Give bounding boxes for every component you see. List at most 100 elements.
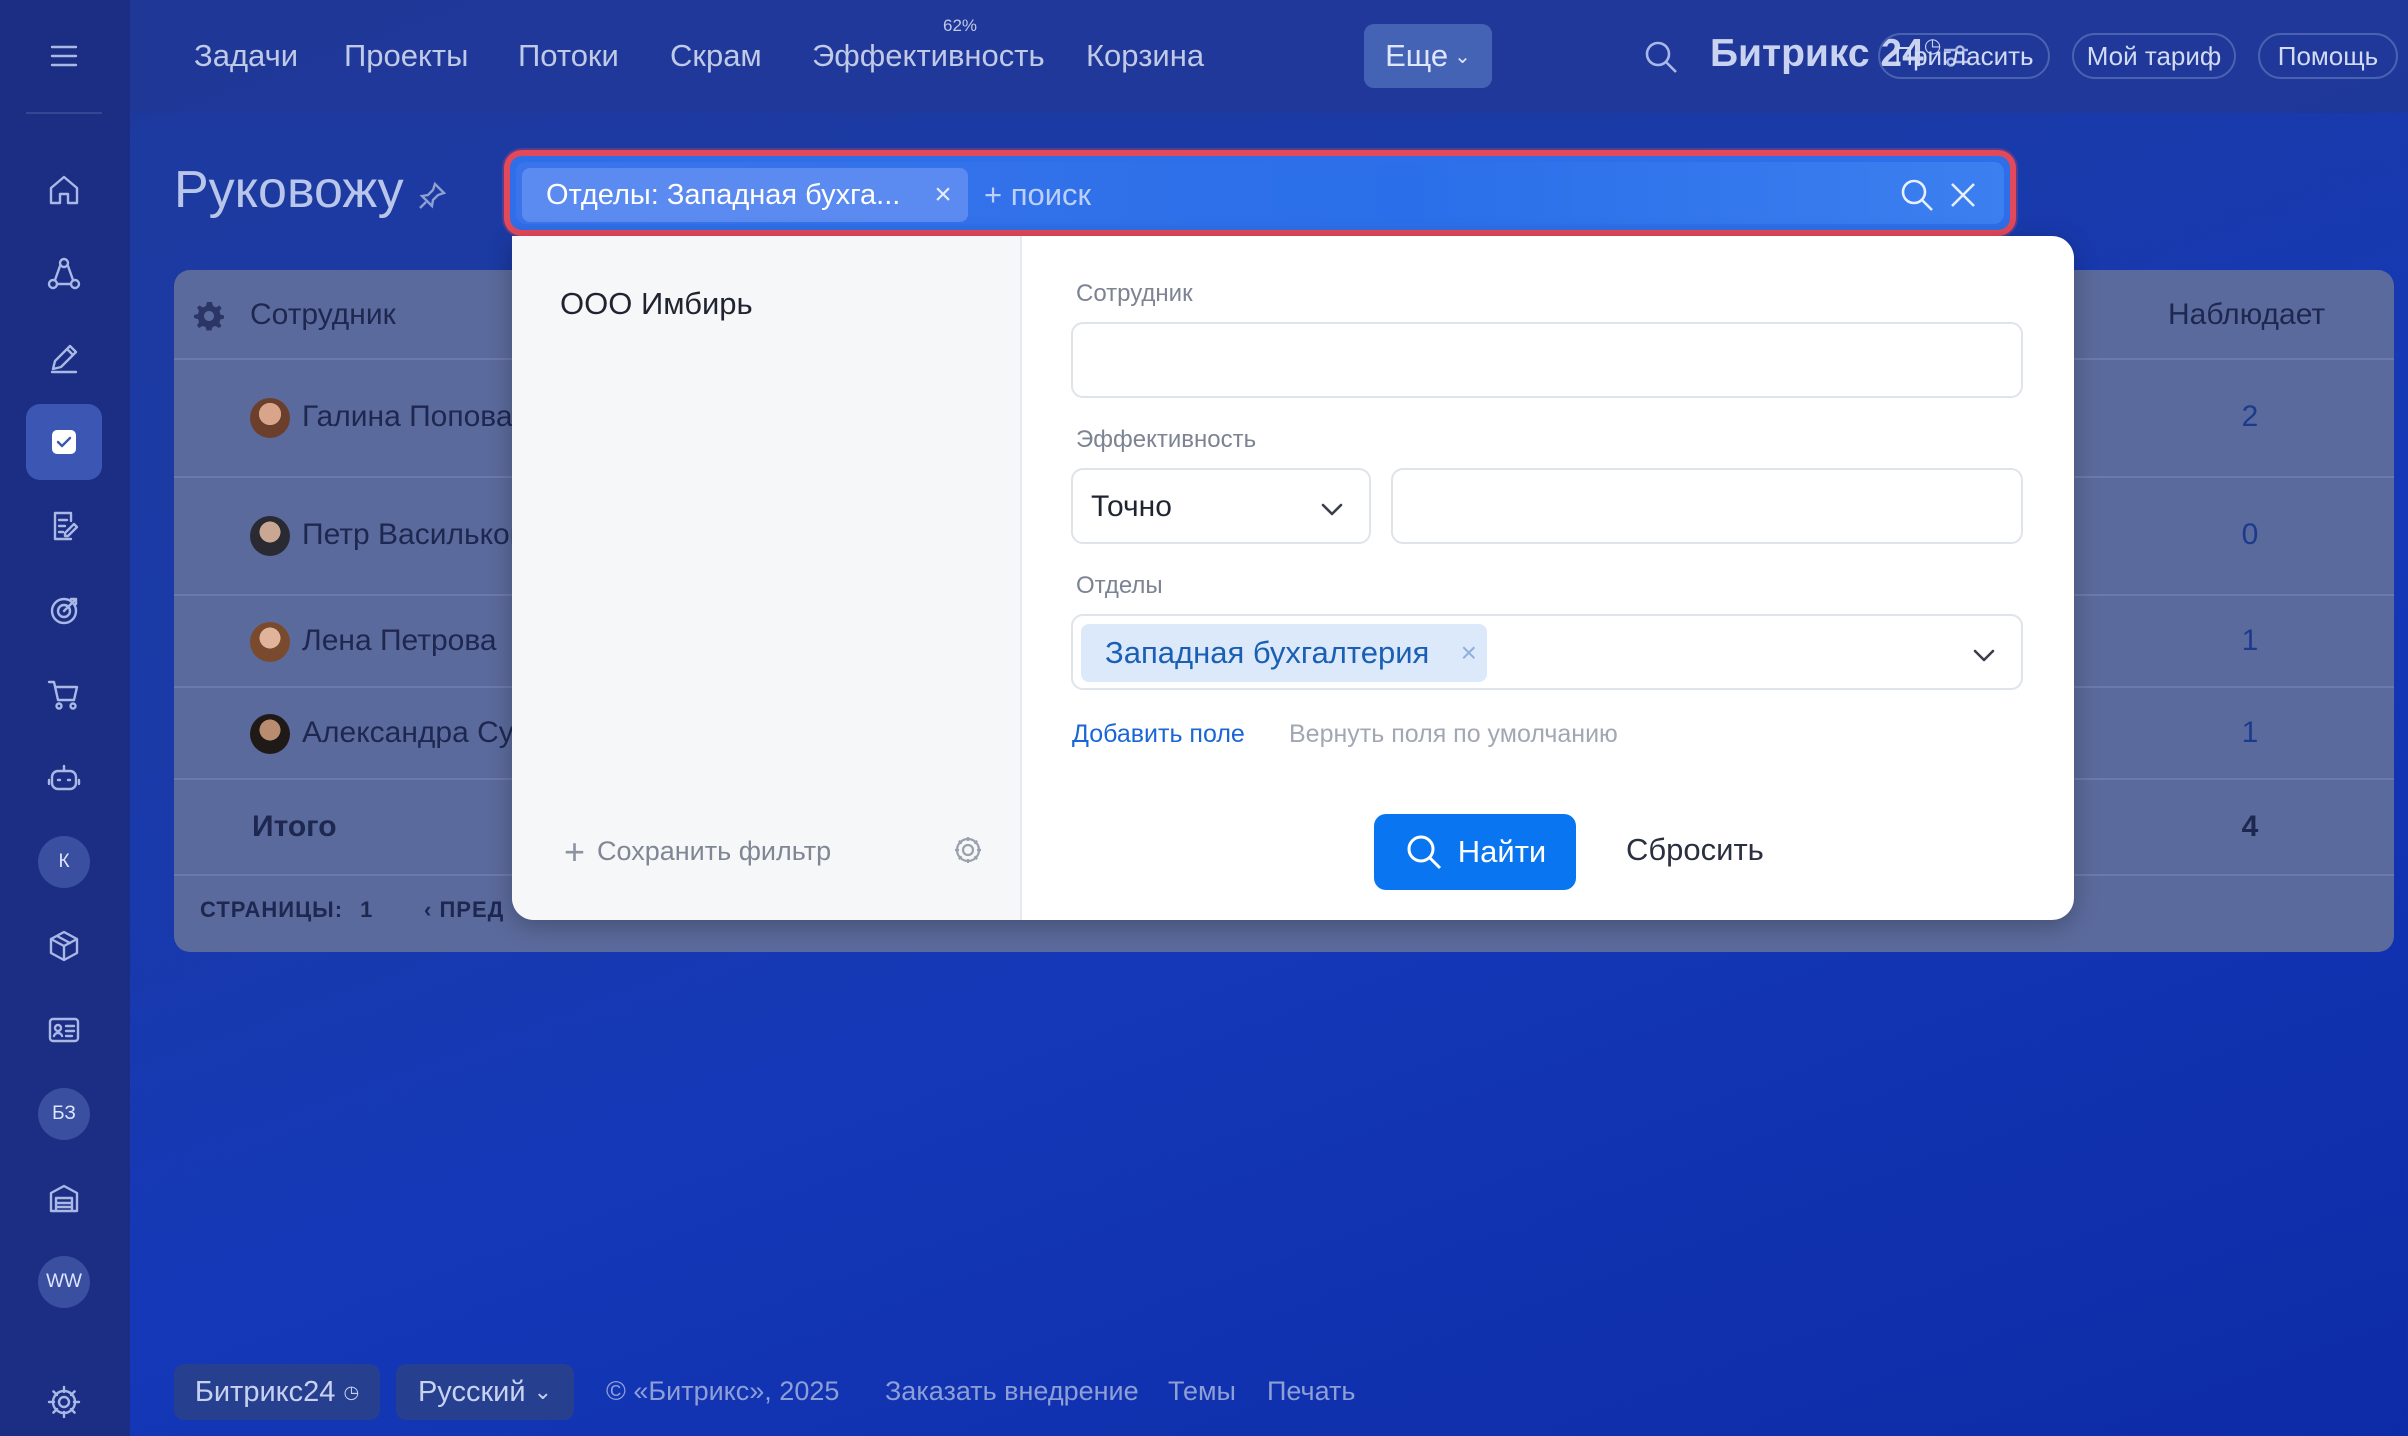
avatar-ww[interactable]: WW: [26, 1244, 102, 1320]
footer-link-print[interactable]: Печать: [1267, 1376, 1355, 1407]
chevron-down-icon: ⌄: [533, 1379, 553, 1404]
row-employee-name[interactable]: Александра Су: [302, 716, 514, 750]
column-observes[interactable]: Наблюдает: [2168, 298, 2325, 332]
department-tag[interactable]: Западная бухгалтерия ×: [1081, 624, 1487, 682]
filter-popup: ООО Имбирь + Сохранить фильтр Сотрудник …: [512, 236, 2074, 920]
row-observes-value[interactable]: 1: [2210, 624, 2290, 658]
top-navigation: Задачи Проекты Потоки Скрам 62% Эффектив…: [130, 0, 2408, 113]
total-label: Итого: [252, 810, 337, 843]
nav-more-button[interactable]: Еще ⌄: [1364, 24, 1492, 88]
employee-field-label: Сотрудник: [1076, 280, 1193, 307]
efficiency-field-label: Эффективность: [1076, 426, 1257, 453]
network-icon[interactable]: [26, 236, 102, 312]
settings-icon[interactable]: [26, 1364, 102, 1436]
nav-flows[interactable]: Потоки: [518, 38, 619, 74]
save-filter-label: Сохранить фильтр: [597, 836, 832, 866]
nav-trash[interactable]: Корзина: [1086, 38, 1204, 74]
invite-button[interactable]: Пригласить: [1878, 33, 2050, 79]
reset-fields-link[interactable]: Вернуть поля по умолчанию: [1289, 720, 1618, 749]
departments-field-label: Отделы: [1076, 572, 1163, 599]
filter-presets-panel: ООО Имбирь + Сохранить фильтр: [512, 236, 1022, 920]
footer-copyright: © «Битрикс», 2025: [606, 1376, 840, 1406]
nav-scrum[interactable]: Скрам: [670, 38, 762, 74]
target-icon[interactable]: [26, 572, 102, 648]
row-observes-value[interactable]: 1: [2210, 716, 2290, 750]
nav-tasks[interactable]: Задачи: [194, 38, 298, 74]
efficiency-value-field[interactable]: [1391, 468, 2023, 544]
efficiency-badge: 62%: [943, 16, 978, 35]
gear-icon[interactable]: [952, 834, 984, 866]
search-icon[interactable]: [1642, 38, 1680, 76]
avatar: [250, 714, 290, 754]
language-select[interactable]: Русский ⌄: [396, 1364, 574, 1420]
footer-brand-button[interactable]: Битрикс24 ◷: [174, 1364, 380, 1420]
gear-icon[interactable]: [192, 298, 226, 332]
menu-icon[interactable]: [26, 18, 102, 94]
footer-link-themes[interactable]: Темы: [1168, 1376, 1236, 1407]
avatar: [250, 516, 290, 556]
clear-icon[interactable]: [1944, 176, 1982, 214]
sidebar: К БЗ WW: [0, 0, 130, 1436]
row-observes-value[interactable]: 0: [2210, 518, 2290, 552]
reset-button[interactable]: Сбросить: [1626, 832, 1764, 868]
cart-icon[interactable]: [26, 656, 102, 732]
add-field-link[interactable]: Добавить поле: [1072, 720, 1245, 749]
home-icon[interactable]: [26, 152, 102, 228]
card-icon[interactable]: [26, 992, 102, 1068]
row-observes-value[interactable]: 2: [2210, 400, 2290, 434]
nav-more-label: Еще: [1385, 38, 1449, 73]
chevron-down-icon: [1317, 494, 1347, 524]
row-employee-name[interactable]: Петр Васильков: [302, 518, 526, 552]
pen-icon[interactable]: [26, 320, 102, 396]
tariff-button[interactable]: Мой тариф: [2072, 33, 2236, 79]
help-button[interactable]: Помощь: [2258, 33, 2398, 79]
pages-value: 1: [360, 897, 374, 922]
preset-item[interactable]: ООО Имбирь: [560, 286, 753, 322]
avatar-k[interactable]: К: [26, 824, 102, 900]
filter-chip-label: Отделы: Западная бухга...: [546, 178, 901, 211]
nav-projects[interactable]: Проекты: [344, 38, 468, 74]
filter-search-field[interactable]: Отделы: Западная бухга... × + поиск: [516, 162, 2004, 224]
nav-efficiency[interactable]: Эффективность: [812, 38, 1045, 74]
close-icon[interactable]: ×: [928, 180, 958, 210]
departments-select[interactable]: Западная бухгалтерия ×: [1071, 614, 2023, 690]
clock-icon: ◷: [343, 1381, 360, 1402]
pages-label: СТРАНИЦЫ:: [200, 897, 344, 922]
warehouse-icon[interactable]: [26, 1160, 102, 1236]
prev-page-link[interactable]: ‹ ПРЕД: [424, 897, 504, 923]
search-icon: [1407, 835, 1441, 870]
find-button[interactable]: Найти: [1374, 814, 1576, 890]
search-icon[interactable]: [1898, 176, 1936, 214]
plus-icon: +: [564, 830, 586, 872]
robot-icon[interactable]: [26, 740, 102, 816]
department-tag-label: Западная бухгалтерия: [1105, 635, 1430, 670]
row-employee-name[interactable]: Галина Попова: [302, 400, 513, 434]
tasks-icon[interactable]: [26, 404, 102, 480]
close-icon[interactable]: ×: [1461, 638, 1477, 668]
filter-chip[interactable]: Отделы: Западная бухга... ×: [522, 168, 968, 222]
avatar: [250, 622, 290, 662]
sidebar-divider: [26, 112, 102, 114]
chevron-left-icon: ‹: [424, 897, 433, 922]
employee-field[interactable]: [1071, 322, 2023, 398]
avatar-bz[interactable]: БЗ: [26, 1076, 102, 1152]
column-employee[interactable]: Сотрудник: [250, 298, 396, 332]
footer-brand-label: Битрикс24: [194, 1375, 336, 1408]
chevron-down-icon: ⌄: [1454, 45, 1471, 68]
filter-search-highlight: Отделы: Западная бухга... × + поиск: [504, 150, 2016, 236]
search-input[interactable]: + поиск: [984, 177, 1091, 213]
total-value: 4: [2241, 810, 2259, 843]
efficiency-mode-value: Точно: [1091, 490, 1172, 523]
language-label: Русский: [417, 1375, 526, 1408]
efficiency-mode-select[interactable]: Точно: [1071, 468, 1371, 544]
page-title: Руковожу: [174, 161, 404, 219]
document-icon[interactable]: [26, 488, 102, 564]
footer-link-implementation[interactable]: Заказать внедрение: [885, 1376, 1139, 1407]
save-filter-button[interactable]: + Сохранить фильтр: [564, 830, 832, 872]
box-icon[interactable]: [26, 908, 102, 984]
pagination: СТРАНИЦЫ: 1: [200, 897, 373, 923]
avatar: [250, 398, 290, 438]
row-employee-name[interactable]: Лена Петрова: [302, 624, 497, 658]
chevron-down-icon[interactable]: [1969, 640, 1999, 670]
pin-icon[interactable]: [416, 180, 448, 212]
